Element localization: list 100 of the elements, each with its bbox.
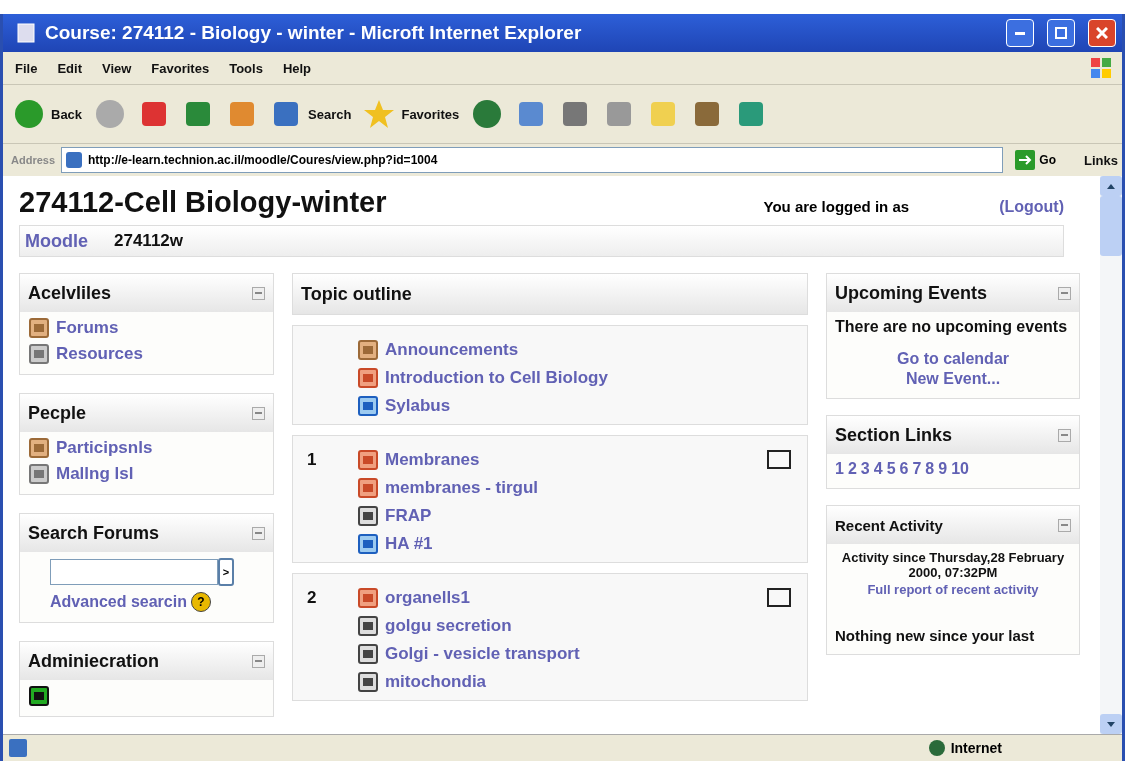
menu-item[interactable]: File [15, 60, 38, 76]
resource-link[interactable]: Golgi - vesicle transport [385, 644, 580, 664]
section-link[interactable]: 1 [835, 460, 844, 478]
favorites-button[interactable]: Favorites [363, 98, 460, 130]
document-icon [357, 396, 379, 416]
no-events-text: There are no upcoming events [835, 318, 1069, 336]
back-button[interactable]: Back [13, 98, 83, 130]
collapse-icon[interactable] [252, 526, 265, 540]
up-arrow-icon [1107, 183, 1115, 189]
calendar-link[interactable]: Go to calendar [897, 350, 1009, 368]
section-link[interactable]: 9 [938, 460, 948, 478]
document-icon [28, 464, 50, 484]
minimize-icon [1015, 31, 1025, 35]
printer-icon [357, 616, 379, 636]
course-heading: 274112-Cell Biology-winter [19, 186, 388, 219]
section-link[interactable]: 6 [899, 460, 909, 478]
help-icon[interactable]: ? [190, 592, 211, 612]
maximize-button[interactable] [1047, 19, 1075, 47]
page-icon [9, 739, 27, 757]
resource-link[interactable]: Sylabus [385, 396, 451, 416]
page-icon [66, 152, 83, 168]
block-link[interactable]: Mallng lsl [56, 464, 134, 484]
toolbar-icon [94, 98, 127, 130]
go-button[interactable]: Go [1009, 149, 1063, 171]
section-link[interactable]: 5 [886, 460, 896, 478]
full-report-link[interactable]: Full report of recent activity [867, 582, 1039, 597]
block-link[interactable]: Resources [56, 344, 143, 364]
printer-icon [357, 506, 379, 526]
collapse-icon[interactable] [1058, 286, 1071, 300]
printer-icon [357, 644, 379, 664]
document-icon [357, 588, 379, 608]
resource-link[interactable]: membranes - tirgul [385, 478, 539, 498]
collapse-icon[interactable] [252, 286, 265, 300]
links-button[interactable]: Links [1084, 152, 1118, 168]
block-title: Search Forums [28, 522, 160, 544]
resource-link[interactable]: organells1 [385, 588, 471, 608]
section-link[interactable]: 10 [951, 460, 969, 478]
block-title: Section Links [835, 424, 953, 446]
block-title: Pecple [28, 402, 87, 424]
printer-icon [357, 672, 379, 692]
search-go-button[interactable]: > [218, 558, 234, 586]
search-button[interactable]: Search [270, 98, 352, 130]
block-title: Adminiecration [28, 650, 160, 672]
document-icon [357, 478, 379, 498]
media-button[interactable] [471, 98, 504, 130]
window-title: Course: 274112 - Biology - winter - Microft Internet Explorer [45, 22, 583, 44]
collapse-icon[interactable] [252, 654, 265, 668]
menu-item[interactable]: Help [282, 60, 312, 76]
collapse-icon[interactable] [1058, 428, 1071, 442]
block-link[interactable]: Forums [56, 318, 119, 338]
advanced-search-link[interactable]: Advanced searcin [50, 593, 187, 611]
windows-logo-icon [1090, 57, 1112, 79]
close-button[interactable] [1088, 19, 1116, 47]
collapse-icon[interactable] [252, 406, 265, 420]
down-arrow-icon [1107, 721, 1115, 727]
menu-item[interactable]: View [101, 60, 132, 76]
close-icon [1096, 27, 1108, 39]
scroll-down-button[interactable] [1100, 714, 1122, 734]
topic-outline-title: Topic outline [301, 283, 412, 305]
menu-item[interactable]: Favorites [151, 60, 210, 76]
document-icon [357, 368, 379, 388]
resource-link[interactable]: mitochondia [385, 672, 487, 692]
star-icon [363, 98, 396, 130]
logout-link[interactable]: (Logout) [999, 198, 1064, 216]
forward-button[interactable] [94, 98, 127, 130]
menu-item[interactable]: Tools [229, 60, 263, 76]
section-link[interactable]: 7 [912, 460, 922, 478]
resource-link[interactable]: Membranes [385, 450, 480, 470]
section-link[interactable]: 4 [873, 460, 883, 478]
section-link[interactable]: 3 [860, 460, 870, 478]
login-text: You are logged in as [763, 198, 910, 215]
resource-link[interactable]: Announcements [385, 340, 519, 360]
forum-icon [357, 340, 379, 360]
menu-item[interactable]: Edit [57, 60, 82, 76]
globe-icon [928, 740, 945, 756]
section-link[interactable]: 8 [925, 460, 935, 478]
resource-link[interactable]: FRAP [385, 506, 432, 526]
forum-icon [28, 318, 50, 338]
highlight-checkbox[interactable] [767, 588, 791, 607]
breadcrumb-link[interactable]: Moodle [25, 230, 88, 252]
block-title: Acelvliles [28, 282, 112, 304]
search-field[interactable] [50, 559, 218, 585]
document-icon [357, 534, 379, 554]
toolbar-icon [13, 98, 45, 130]
scroll-up-button[interactable] [1100, 176, 1122, 196]
resource-link[interactable]: golgu secretion [385, 616, 512, 636]
calendar-link[interactable]: New Event... [905, 370, 1001, 388]
address-field[interactable]: http://e-learn.technion.ac.il/moodle/Coures/view.php?id=1004 [61, 147, 1004, 173]
maximize-icon [1055, 27, 1067, 39]
block-link[interactable]: Participsnls [56, 438, 153, 458]
block-title: Recent Activity [835, 516, 943, 534]
section-link[interactable]: 2 [847, 460, 857, 478]
resource-link[interactable]: HA #1 [385, 534, 433, 554]
scrollbar-thumb[interactable] [1100, 196, 1122, 256]
nothing-new-text: Nothing new since your last [835, 627, 1036, 644]
highlight-checkbox[interactable] [767, 450, 791, 469]
resource-link[interactable]: Introduction to Cell Biology [385, 368, 608, 388]
collapse-icon[interactable] [1058, 518, 1071, 532]
minimize-button[interactable] [1006, 19, 1034, 47]
section-number: 2 [307, 588, 317, 607]
